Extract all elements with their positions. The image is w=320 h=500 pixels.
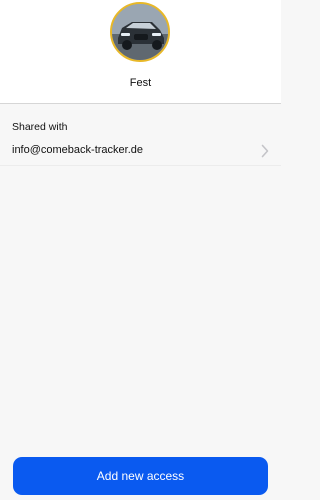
shared-user-row[interactable]: info@comeback-tracker.de xyxy=(0,137,281,166)
vehicle-header: Fest xyxy=(0,0,281,104)
chevron-right-icon xyxy=(261,144,269,158)
shared-with-label: Shared with xyxy=(12,121,68,133)
vehicle-avatar xyxy=(110,2,170,62)
add-new-access-button[interactable]: Add new access xyxy=(13,457,268,495)
shared-user-email: info@comeback-tracker.de xyxy=(12,144,144,156)
car-photo xyxy=(112,4,168,60)
vehicle-name: Fest xyxy=(129,77,152,89)
